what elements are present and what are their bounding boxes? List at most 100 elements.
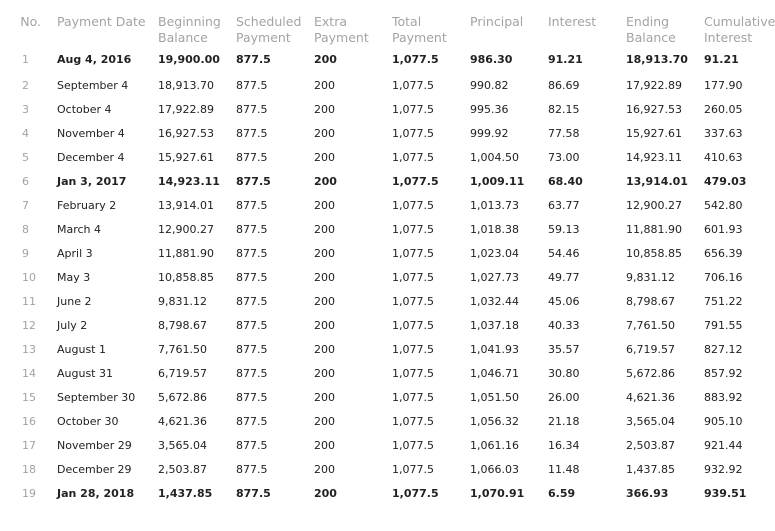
cell-scheduled-payment: 877.5 <box>236 462 268 476</box>
table-row: 5 December 4 15,927.61 877.5 200 1,077.5 1,004… <box>0 145 775 169</box>
cell-principal: 1,018.38 <box>470 222 519 236</box>
cell-no: 1 <box>22 53 29 66</box>
cell-payment-date: October 30 <box>57 414 119 428</box>
cell-extra-payment: 200 <box>314 246 335 260</box>
cell-payment-date: Jan 28, 2018 <box>57 486 135 500</box>
cell-no: 14 <box>22 366 36 380</box>
cell-interest: 35.57 <box>548 342 580 356</box>
cell-ending-balance: 3,565.04 <box>626 414 675 428</box>
header-beginning-balance: Beginning Balance <box>158 14 221 45</box>
cell-beginning-balance: 17,922.89 <box>158 102 214 116</box>
cell-no: 2 <box>22 78 29 92</box>
cell-beginning-balance: 6,719.57 <box>158 366 207 380</box>
cell-beginning-balance: 14,923.11 <box>158 174 220 188</box>
cell-payment-date: June 2 <box>57 294 92 308</box>
cell-scheduled-payment: 877.5 <box>236 438 268 452</box>
cell-beginning-balance: 9,831.12 <box>158 294 207 308</box>
cell-beginning-balance: 3,565.04 <box>158 438 207 452</box>
cell-total-payment: 1,077.5 <box>392 126 434 140</box>
table-row: 18 December 29 2,503.87 877.5 200 1,077.5 1,06… <box>0 457 775 481</box>
cell-scheduled-payment: 877.5 <box>236 270 268 284</box>
cell-interest: 16.34 <box>548 438 580 452</box>
cell-scheduled-payment: 877.5 <box>236 342 268 356</box>
cell-extra-payment: 200 <box>314 174 337 188</box>
table-row: 14 August 31 6,719.57 877.5 200 1,077.5 1,046.… <box>0 361 775 385</box>
cell-interest: 68.40 <box>548 174 583 188</box>
cell-principal: 1,056.32 <box>470 414 519 428</box>
cell-beginning-balance: 8,798.67 <box>158 318 207 332</box>
cell-ending-balance: 8,798.67 <box>626 294 675 308</box>
cell-no: 10 <box>22 270 36 284</box>
cell-no: 8 <box>22 222 29 236</box>
cell-total-payment: 1,077.5 <box>392 366 434 380</box>
cell-interest: 6.59 <box>548 486 576 500</box>
cell-beginning-balance: 1,437.85 <box>158 486 213 500</box>
cell-ending-balance: 366.93 <box>626 486 669 500</box>
cell-payment-date: December 4 <box>57 150 125 164</box>
cell-interest: 26.00 <box>548 390 580 404</box>
cell-payment-date: March 4 <box>57 222 102 236</box>
cell-scheduled-payment: 877.5 <box>236 486 271 500</box>
cell-cumulative-interest: 939.51 <box>704 486 747 500</box>
cell-interest: 49.77 <box>548 270 580 284</box>
cell-principal: 1,023.04 <box>470 246 519 260</box>
cell-cumulative-interest: 706.16 <box>704 270 743 284</box>
cell-no: 19 <box>22 486 36 500</box>
cell-scheduled-payment: 877.5 <box>236 222 268 236</box>
cell-ending-balance: 1,437.85 <box>626 462 675 476</box>
cell-no: 6 <box>22 174 29 188</box>
cell-cumulative-interest: 791.55 <box>704 318 743 332</box>
cell-extra-payment: 200 <box>314 198 335 212</box>
cell-ending-balance: 4,621.36 <box>626 390 675 404</box>
cell-payment-date: August 1 <box>57 342 106 356</box>
cell-no: 11 <box>22 294 36 308</box>
cell-extra-payment: 200 <box>314 342 335 356</box>
cell-cumulative-interest: 827.12 <box>704 342 743 356</box>
header-cumulative-interest: Cumulative Interest <box>704 14 775 45</box>
cell-scheduled-payment: 877.5 <box>236 390 268 404</box>
cell-no: 7 <box>22 198 29 212</box>
cell-principal: 995.36 <box>470 102 509 116</box>
cell-extra-payment: 200 <box>314 102 335 116</box>
header-no: No. <box>20 14 41 29</box>
cell-payment-date: September 30 <box>57 390 136 404</box>
header-total-payment: Total Payment <box>392 14 447 45</box>
cell-payment-date: May 3 <box>57 270 91 284</box>
cell-interest: 40.33 <box>548 318 580 332</box>
cell-interest: 86.69 <box>548 78 580 92</box>
cell-cumulative-interest: 91.21 <box>704 53 739 66</box>
cell-interest: 73.00 <box>548 150 580 164</box>
cell-principal: 1,051.50 <box>470 390 519 404</box>
cell-scheduled-payment: 877.5 <box>236 318 268 332</box>
cell-principal: 1,070.91 <box>470 486 525 500</box>
table-row: 7 February 2 13,914.01 877.5 200 1,077.5 1,013… <box>0 193 775 217</box>
cell-total-payment: 1,077.5 <box>392 270 434 284</box>
cell-cumulative-interest: 260.05 <box>704 102 743 116</box>
cell-interest: 82.15 <box>548 102 580 116</box>
cell-cumulative-interest: 751.22 <box>704 294 743 308</box>
cell-no: 18 <box>22 462 36 476</box>
cell-beginning-balance: 5,672.86 <box>158 390 207 404</box>
cell-scheduled-payment: 877.5 <box>236 414 268 428</box>
cell-total-payment: 1,077.5 <box>392 78 434 92</box>
cell-interest: 59.13 <box>548 222 580 236</box>
cell-scheduled-payment: 877.5 <box>236 366 268 380</box>
cell-beginning-balance: 15,927.61 <box>158 150 214 164</box>
header-extra-payment: Extra Payment <box>314 14 369 45</box>
table-row: 4 November 4 16,927.53 877.5 200 1,077.5 999.9… <box>0 121 775 145</box>
cell-cumulative-interest: 921.44 <box>704 438 743 452</box>
cell-payment-date: October 4 <box>57 102 112 116</box>
cell-total-payment: 1,077.5 <box>392 198 434 212</box>
table-row: 8 March 4 12,900.27 877.5 200 1,077.5 1,018.38… <box>0 217 775 241</box>
cell-interest: 54.46 <box>548 246 580 260</box>
cell-principal: 990.82 <box>470 78 509 92</box>
cell-principal: 1,013.73 <box>470 198 519 212</box>
cell-extra-payment: 200 <box>314 438 335 452</box>
cell-extra-payment: 200 <box>314 414 335 428</box>
cell-scheduled-payment: 877.5 <box>236 150 268 164</box>
cell-scheduled-payment: 877.5 <box>236 174 271 188</box>
header-ending-balance: Ending Balance <box>626 14 676 45</box>
table-row: 19 Jan 28, 2018 1,437.85 877.5 200 1,077.5 1,0… <box>0 481 775 505</box>
table-row: 3 October 4 17,922.89 877.5 200 1,077.5 995.36… <box>0 97 775 121</box>
cell-cumulative-interest: 410.63 <box>704 150 743 164</box>
